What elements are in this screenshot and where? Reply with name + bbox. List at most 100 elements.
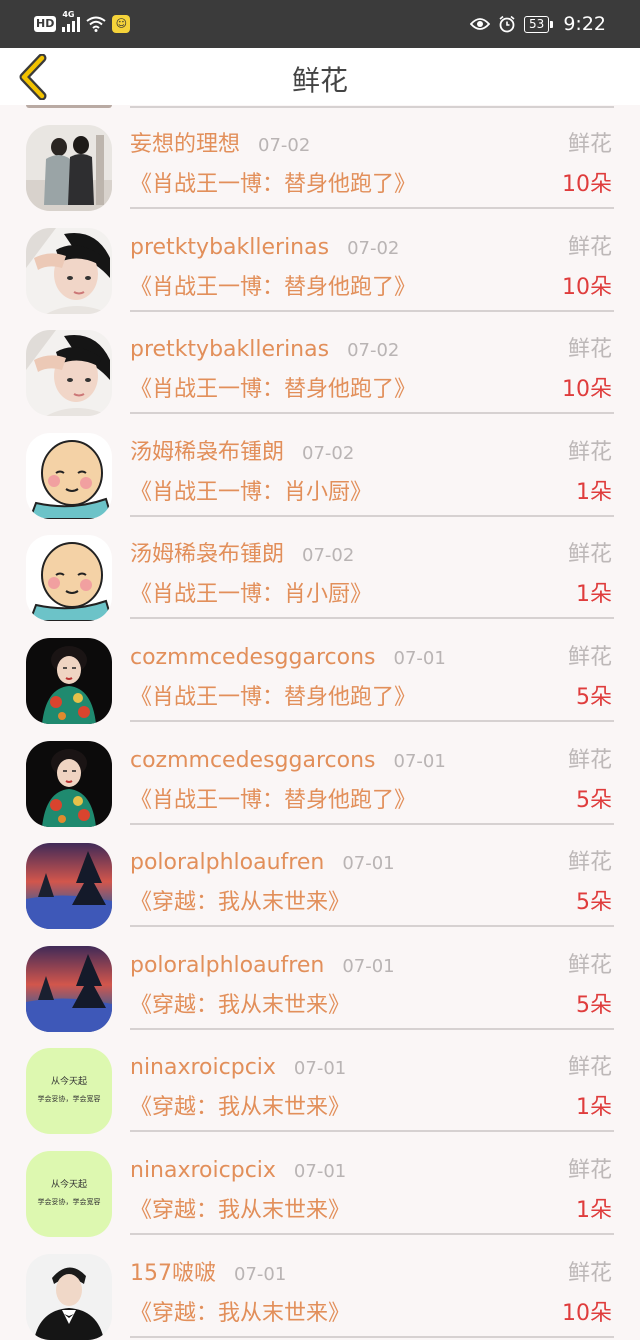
avatar-caption: 从今天起 (50, 1179, 87, 1190)
record-date: 07-02 (302, 442, 355, 464)
list-item-9[interactable]: poloralphloaufren 07-01 鲜花 《穿越：我从末世来》 5朵 (0, 929, 640, 1032)
list-item-2[interactable]: pretktybakllerinas 07-02 鲜花 《肖战王一博：替身他跑了… (0, 211, 640, 314)
network-label: 4G (62, 10, 75, 19)
username: poloralphloaufren (130, 850, 325, 876)
flower-amount: 5朵 (576, 890, 612, 916)
avatar-caption: 学会妥协，学会宽容 (37, 1095, 101, 1104)
clock-time: 9:22 (563, 13, 606, 35)
record-date: 07-01 (234, 1263, 287, 1285)
username: 汤姆稀袅布锺朗 (130, 439, 285, 465)
book-title: 《肖战王一博：肖小厨》 (130, 582, 373, 608)
gift-type-label: 鲜花 (567, 850, 612, 876)
list-item-7[interactable]: cozmmcedesggarcons 07-01 鲜花 《肖战王一博：替身他跑了… (0, 724, 640, 827)
text-card-avatar[interactable]: 从今天起学会妥协，学会宽容 (26, 1150, 112, 1237)
portrait-avatar[interactable] (26, 330, 112, 417)
flower-amount: 1朵 (576, 1095, 612, 1121)
divider (130, 719, 614, 722)
record-date: 07-01 (393, 750, 446, 772)
divider (130, 309, 614, 312)
gift-record-list: 妄想的理想 07-02 鲜花 《肖战王一博：替身他跑了》 10朵 pretkty… (0, 108, 640, 1340)
book-title: 《肖战王一博：替身他跑了》 (130, 684, 417, 710)
divider (130, 207, 614, 209)
record-date: 07-01 (393, 647, 446, 669)
alarm-icon (499, 15, 515, 33)
flower-amount: 5朵 (576, 992, 612, 1018)
username: 妄想的理想 (130, 132, 241, 157)
flower-amount: 1朵 (576, 582, 612, 608)
list-item-6[interactable]: cozmmcedesggarcons 07-01 鲜花 《肖战王一博：替身他跑了… (0, 621, 640, 724)
book-title: 《穿越：我从末世来》 (130, 1197, 351, 1223)
status-bar: HD 4G ☺ 53 9:22 (0, 0, 640, 48)
list-item-8[interactable]: poloralphloaufren 07-01 鲜花 《穿越：我从末世来》 5朵 (0, 826, 640, 930)
record-date: 07-01 (293, 1160, 347, 1182)
flower-amount: 10朵 (562, 172, 612, 197)
list-item-5[interactable]: 汤姆稀袅布锺朗 07-02 鲜花 《肖战王一博：肖小厨》 1朵 (0, 518, 640, 622)
book-title: 《肖战王一博：替身他跑了》 (130, 274, 417, 300)
gift-type-label: 鲜花 (567, 542, 612, 568)
gift-type-label: 鲜花 (567, 1260, 612, 1286)
record-date: 07-02 (302, 545, 355, 567)
divider (130, 617, 614, 620)
book-title: 《穿越：我从末世来》 (130, 1095, 351, 1121)
man-in-suit-avatar[interactable] (26, 1253, 112, 1340)
qipao-lady-avatar[interactable] (26, 740, 112, 827)
list-item-12[interactable]: 157啵啵 07-01 鲜花 《穿越：我从末世来》 10朵 (0, 1237, 640, 1340)
divider (130, 925, 614, 928)
flower-amount: 10朵 (562, 1300, 612, 1326)
text-card-avatar[interactable]: 从今天起学会妥协，学会宽容 (26, 1048, 112, 1135)
smiley-app-icon: ☺ (112, 15, 131, 33)
flower-amount: 10朵 (562, 377, 612, 403)
list-item-10[interactable]: 从今天起 学会妥协，学会宽容 ninaxroicpcix 07-01 鲜花 《穿越… (0, 1031, 640, 1135)
hd-badge: HD (34, 16, 57, 32)
divider (130, 1027, 614, 1030)
username: ninaxroicpcix (130, 1055, 276, 1081)
username: cozmmcedesggarcons (130, 644, 376, 670)
record-date: 07-01 (342, 955, 395, 977)
list-item-3[interactable]: pretktybakllerinas 07-02 鲜花 《肖战王一博：替身他跑了… (0, 313, 640, 417)
cartoon-bald-man-avatar[interactable] (26, 535, 112, 622)
username: pretktybakllerinas (130, 234, 330, 260)
gift-type-label: 鲜花 (567, 1157, 612, 1183)
divider (130, 822, 614, 825)
divider (130, 1130, 614, 1133)
avatar-caption: 学会妥协，学会宽容 (37, 1197, 101, 1206)
book-title: 《穿越：我从末世来》 (130, 890, 351, 916)
divider (130, 412, 614, 415)
cartoon-bald-man-avatar[interactable] (26, 432, 112, 519)
list-item-1[interactable]: 妄想的理想 07-02 鲜花 《肖战王一博：替身他跑了》 10朵 (0, 108, 640, 211)
signal-icon: 4G (62, 10, 81, 32)
flower-amount: 5朵 (576, 684, 612, 710)
list-item-11[interactable]: 从今天起学会妥协，学会宽容 ninaxroicpcix 07-01 鲜花 《穿越… (0, 1134, 640, 1237)
flower-amount: 5朵 (576, 787, 612, 813)
winter-landscape-avatar[interactable] (26, 945, 112, 1032)
username: ninaxroicpcix (130, 1157, 276, 1183)
list-item-4[interactable]: 汤姆稀袅布锺朗 07-02 鲜花 《肖战王一博：肖小厨》 1朵 (0, 416, 640, 519)
record-date: 07-02 (258, 135, 311, 156)
record-date: 07-02 (347, 340, 400, 362)
username: 汤姆稀袅布锺朗 (130, 542, 285, 568)
flower-amount: 1朵 (576, 479, 612, 505)
record-date: 07-01 (342, 853, 395, 875)
gift-type-label: 鲜花 (567, 1055, 612, 1081)
gift-type-label: 鲜花 (567, 747, 612, 773)
winter-landscape-avatar[interactable] (26, 843, 112, 930)
wifi-icon (86, 16, 106, 32)
gift-type-label: 鲜花 (567, 952, 612, 978)
record-date: 07-02 (347, 237, 400, 259)
qipao-lady-avatar[interactable] (26, 637, 112, 724)
battery-icon: 53 (524, 15, 554, 33)
gift-type-label: 鲜花 (567, 132, 612, 157)
username: cozmmcedesggarcons (130, 747, 376, 773)
divider (130, 1335, 614, 1338)
eye-icon (470, 18, 491, 30)
divider (130, 514, 614, 517)
avatar-caption: 从今天起 (50, 1077, 87, 1088)
flower-amount: 1朵 (576, 1197, 612, 1223)
couple-photo-avatar[interactable] (26, 125, 112, 211)
username: 157啵啵 (130, 1260, 216, 1286)
portrait-avatar[interactable] (26, 227, 112, 314)
book-title: 《肖战王一博：替身他跑了》 (130, 172, 417, 197)
gift-type-label: 鲜花 (567, 337, 612, 363)
username: poloralphloaufren (130, 952, 325, 978)
flower-amount: 10朵 (562, 274, 612, 300)
